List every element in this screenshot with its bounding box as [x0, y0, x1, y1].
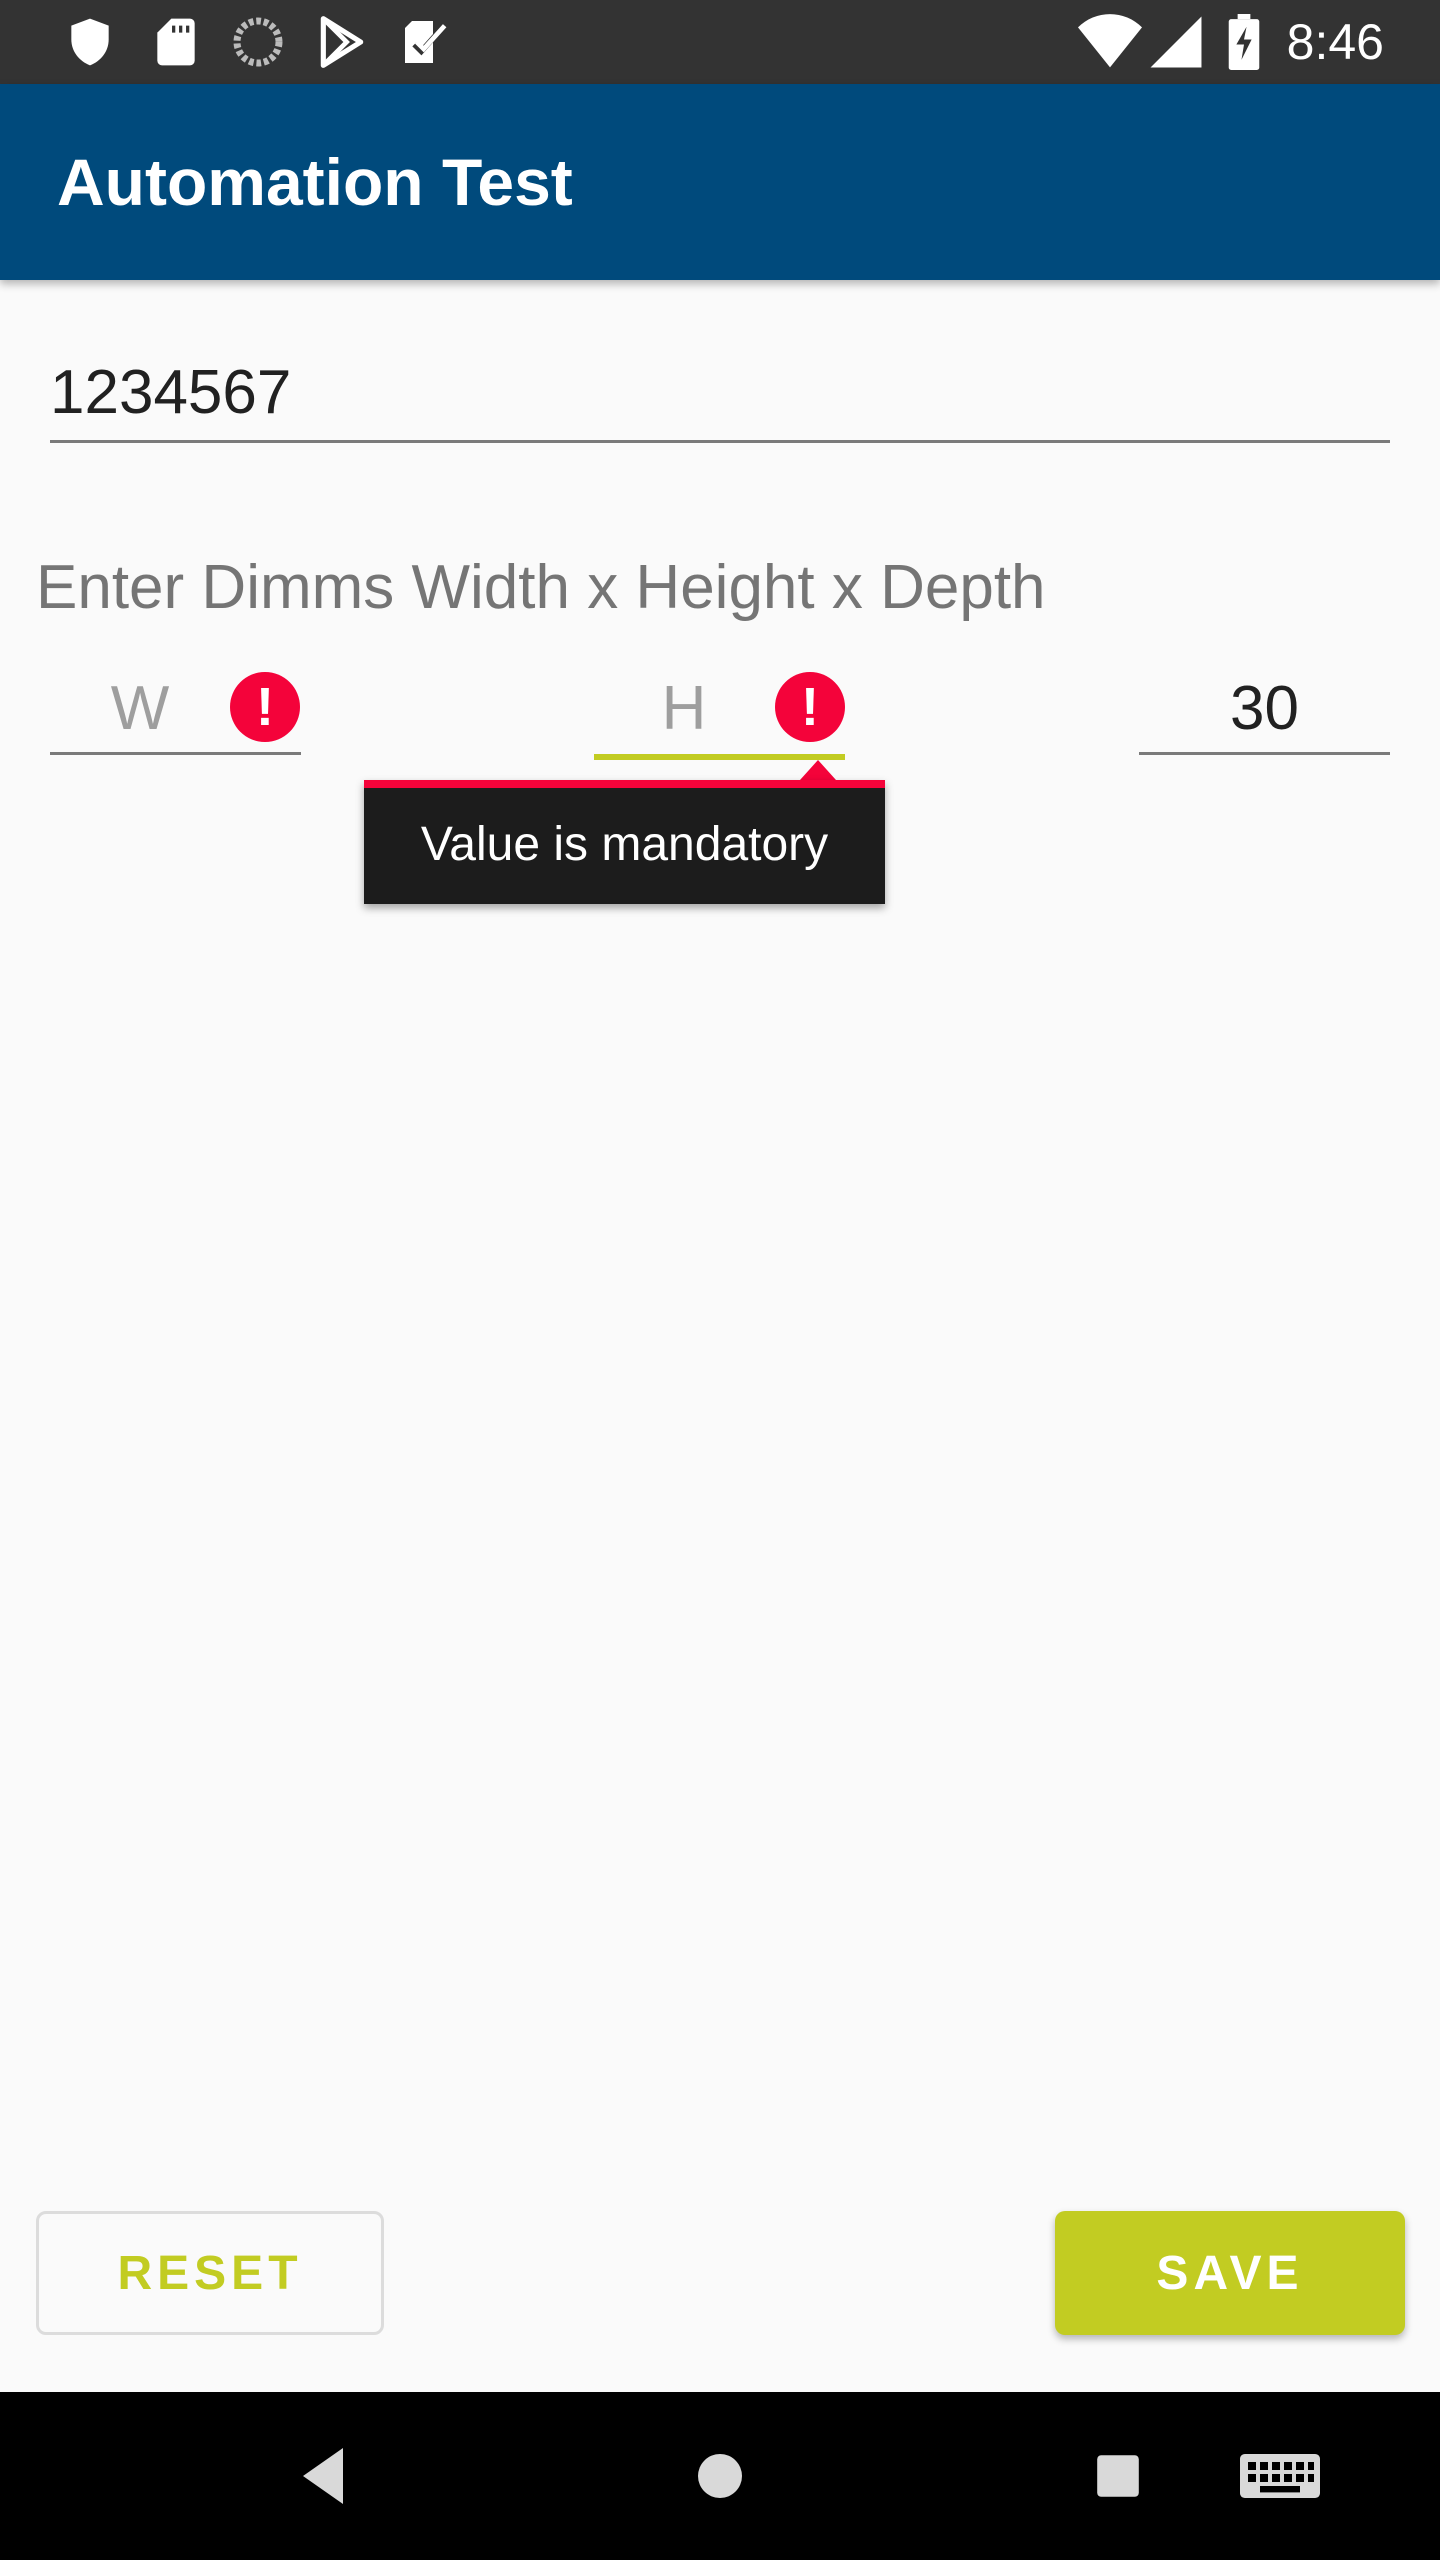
checklist-icon [398, 14, 458, 70]
app-title: Automation Test [57, 145, 573, 219]
id-field-underline [50, 440, 1390, 443]
height-field[interactable] [594, 666, 774, 750]
width-field-underline [50, 752, 301, 755]
dimensions-label: Enter Dimms Width x Height x Depth [36, 553, 1046, 622]
width-error-icon[interactable]: ! [230, 672, 300, 742]
save-button[interactable]: SAVE [1055, 2211, 1405, 2335]
clock: 8:46 [1286, 14, 1384, 70]
shield-icon [62, 14, 122, 70]
navigation-bar [0, 2392, 1440, 2560]
home-icon[interactable] [672, 2428, 768, 2524]
width-field[interactable] [50, 666, 230, 750]
back-icon[interactable] [275, 2428, 371, 2524]
play-store-icon [314, 14, 374, 70]
id-field[interactable] [50, 346, 1390, 438]
reset-button[interactable]: RESET [36, 2211, 384, 2335]
wifi-icon [1078, 14, 1142, 70]
error-tooltip-arrow [800, 760, 836, 780]
status-bar: 8:46 [0, 0, 1440, 84]
sync-icon [230, 14, 290, 70]
error-tooltip: Value is mandatory [364, 780, 885, 904]
keyboard-icon[interactable] [1232, 2428, 1328, 2524]
depth-field-underline [1139, 752, 1390, 755]
sd-card-icon [148, 14, 208, 70]
app-bar: Automation Test [0, 84, 1440, 280]
battery-charging-icon [1226, 14, 1262, 70]
height-error-icon[interactable]: ! [775, 672, 845, 742]
depth-field[interactable] [1139, 666, 1390, 750]
cell-signal-icon [1150, 14, 1202, 70]
recents-icon[interactable] [1070, 2428, 1166, 2524]
